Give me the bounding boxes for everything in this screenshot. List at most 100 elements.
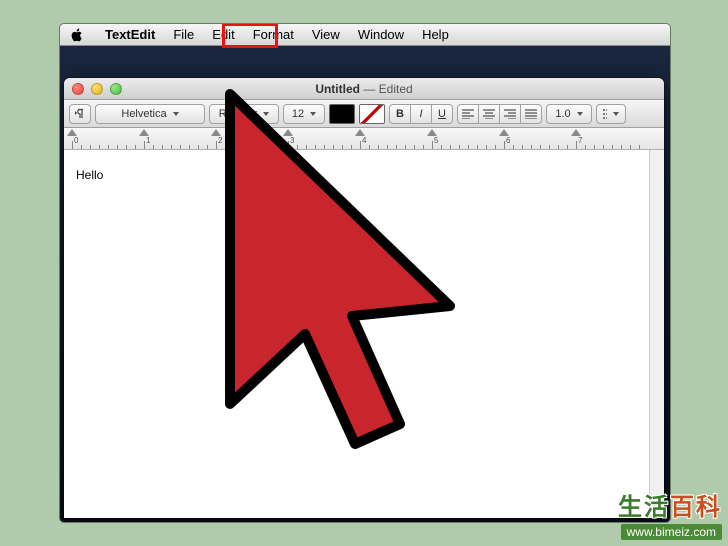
text-color-well[interactable]	[329, 104, 355, 124]
zoom-button[interactable]	[110, 83, 122, 95]
paragraph-styles-button[interactable]	[69, 104, 91, 124]
ruler-tab-stop-icon[interactable]	[571, 129, 581, 136]
ruler-minor-tick	[99, 145, 100, 149]
ruler-minor-tick	[594, 145, 595, 149]
ruler-tick	[576, 141, 577, 149]
ruler-minor-tick	[243, 145, 244, 149]
ruler-tab-stop-icon[interactable]	[139, 129, 149, 136]
chevron-down-icon	[613, 112, 619, 116]
ruler-minor-tick	[405, 145, 406, 149]
menubar-edit[interactable]: Edit	[203, 24, 243, 46]
ruler-tab-stop-icon[interactable]	[499, 129, 509, 136]
ruler-minor-tick	[297, 145, 298, 149]
ruler-minor-tick	[549, 145, 550, 149]
format-toolbar: Helvetica Regular 12 B I U	[64, 100, 664, 128]
ruler-tick	[504, 141, 505, 149]
menubar-app-name[interactable]: TextEdit	[96, 24, 164, 46]
ruler-minor-tick	[639, 145, 640, 149]
font-size-value: 12	[292, 108, 304, 120]
font-style-select[interactable]: Regular	[209, 104, 279, 124]
ruler-minor-tick	[180, 145, 181, 149]
ruler-minor-tick	[81, 145, 82, 149]
ruler-tab-stop-icon[interactable]	[427, 129, 437, 136]
ruler-tick-label: 7	[578, 136, 582, 145]
ruler-minor-tick	[531, 145, 532, 149]
italic-label: I	[419, 108, 422, 120]
font-family-select[interactable]: Helvetica	[95, 104, 205, 124]
ruler-minor-tick	[135, 145, 136, 149]
ruler-minor-tick	[369, 145, 370, 149]
underline-label: U	[438, 108, 446, 120]
ruler-minor-tick	[477, 145, 478, 149]
window-title: Untitled — Edited	[64, 82, 664, 96]
ruler-minor-tick	[279, 145, 280, 149]
watermark-url: www.bimeiz.com	[621, 524, 722, 540]
ruler-minor-tick	[585, 145, 586, 149]
ruler-minor-tick	[486, 145, 487, 149]
textedit-window: Untitled — Edited Helvetica Regular 12	[64, 78, 664, 518]
chevron-down-icon	[173, 112, 179, 116]
chevron-down-icon	[577, 112, 583, 116]
ruler-minor-tick	[450, 145, 451, 149]
ruler-minor-tick	[621, 145, 622, 149]
font-size-select[interactable]: 12	[283, 104, 325, 124]
watermark-text: 生活百科	[618, 487, 722, 522]
ruler-tick	[432, 141, 433, 149]
ruler-minor-tick	[522, 145, 523, 149]
align-left-button[interactable]	[457, 104, 479, 124]
ruler-tab-stop-icon[interactable]	[355, 129, 365, 136]
highlight-color-well[interactable]	[359, 104, 385, 124]
vertical-scrollbar[interactable]	[649, 150, 664, 518]
menubar-view[interactable]: View	[303, 24, 349, 46]
align-right-button[interactable]	[499, 104, 521, 124]
ruler-tick-label: 0	[74, 136, 78, 145]
menubar-window[interactable]: Window	[349, 24, 413, 46]
ruler-minor-tick	[495, 145, 496, 149]
ruler-minor-tick	[225, 145, 226, 149]
ruler-minor-tick	[108, 145, 109, 149]
apple-menu-icon[interactable]	[70, 28, 84, 42]
italic-button[interactable]: I	[410, 104, 432, 124]
ruler-minor-tick	[126, 145, 127, 149]
ruler-minor-tick	[189, 145, 190, 149]
ruler-minor-tick	[207, 145, 208, 149]
ruler-tick-label: 2	[218, 136, 222, 145]
ruler-minor-tick	[540, 145, 541, 149]
ruler-minor-tick	[234, 145, 235, 149]
window-title-suffix: — Edited	[360, 82, 413, 96]
align-justify-button[interactable]	[520, 104, 542, 124]
bold-button[interactable]: B	[389, 104, 411, 124]
line-spacing-select[interactable]: 1.0	[546, 104, 592, 124]
ruler-tick	[216, 141, 217, 149]
close-button[interactable]	[72, 83, 84, 95]
ruler-minor-tick	[315, 145, 316, 149]
titlebar[interactable]: Untitled — Edited	[64, 78, 664, 100]
underline-button[interactable]: U	[431, 104, 453, 124]
line-spacing-value: 1.0	[555, 108, 570, 120]
ruler-minor-tick	[603, 145, 604, 149]
ruler-tab-stop-icon[interactable]	[283, 129, 293, 136]
ruler-minor-tick	[423, 145, 424, 149]
chevron-down-icon	[310, 112, 316, 116]
ruler-minor-tick	[414, 145, 415, 149]
list-style-select[interactable]	[596, 104, 626, 124]
ruler-minor-tick	[630, 145, 631, 149]
menubar-format[interactable]: Format	[244, 24, 303, 46]
ruler-minor-tick	[351, 145, 352, 149]
ruler-tab-stop-icon[interactable]	[211, 129, 221, 136]
document-editor[interactable]: Hello	[64, 150, 664, 518]
menubar-file[interactable]: File	[164, 24, 203, 46]
menubar-help[interactable]: Help	[413, 24, 458, 46]
watermark: 生活百科 www.bimeiz.com	[618, 487, 722, 540]
minimize-button[interactable]	[91, 83, 103, 95]
ruler-tick	[288, 141, 289, 149]
ruler-minor-tick	[90, 145, 91, 149]
ruler-minor-tick	[513, 145, 514, 149]
align-center-button[interactable]	[478, 104, 500, 124]
ruler-tab-stop-icon[interactable]	[67, 129, 77, 136]
ruler-minor-tick	[117, 145, 118, 149]
ruler[interactable]: 01234567	[64, 128, 664, 150]
ruler-minor-tick	[441, 145, 442, 149]
ruler-minor-tick	[342, 145, 343, 149]
ruler-minor-tick	[324, 145, 325, 149]
